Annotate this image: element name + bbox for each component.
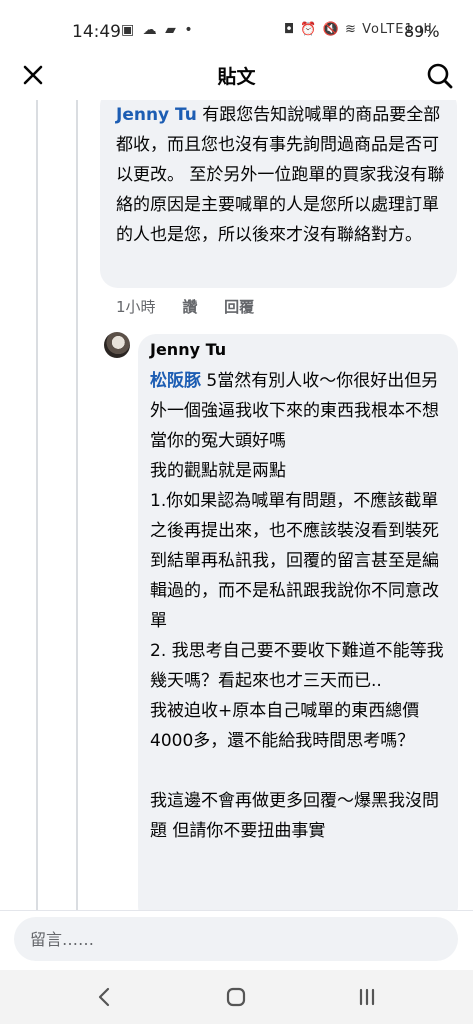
- reply-button[interactable]: 回覆: [224, 298, 254, 316]
- comment-meta: 1小時 讚 回覆: [116, 296, 276, 317]
- battery-level: 89%: [404, 22, 440, 41]
- comment-paragraph: 1.你如果認為喊單有問題，不應該截單之後再提出來，也不應該裝沒看到裝死到結單再私…: [150, 491, 439, 631]
- comment-paragraph: 我這邊不會再做更多回覆～爆黑我沒問題 但請你不要扭曲事實: [150, 791, 439, 841]
- comment-input[interactable]: [14, 917, 458, 961]
- page-title: 貼文: [217, 66, 256, 88]
- mention-link[interactable]: Jenny Tu: [116, 105, 197, 125]
- recent-apps-icon[interactable]: [352, 982, 382, 1012]
- search-button[interactable]: [422, 58, 458, 94]
- search-icon: [427, 63, 453, 89]
- thread-connector-line: [36, 100, 38, 910]
- comment-paragraph: 我的觀點就是兩點: [150, 461, 286, 481]
- system-nav-bar: [0, 970, 473, 1024]
- avatar[interactable]: [104, 332, 130, 358]
- comment-paragraph: 我被迫收+原本自己喊單的東西總價4000多，還不能給我時間思考嗎？: [150, 701, 420, 751]
- comment-author[interactable]: Jenny Tu: [150, 340, 226, 359]
- comment-body: 有跟您告知說喊單的商品要全部都收，而且您也沒有事先詢問過商品是否可以更改。 至於…: [116, 105, 445, 245]
- comment-text: 松阪豚 5當然有別人收～你很好出但另外一個強逼我收下來的東西我根本不想當你的冤大…: [150, 366, 450, 846]
- comment-text: Jenny Tu 有跟您告知說喊單的商品要全部都收，而且您也沒有事先詢問過商品是…: [116, 100, 446, 250]
- mention-link[interactable]: 松阪豚: [150, 371, 201, 391]
- status-time: 14:49: [72, 22, 121, 42]
- notification-icons: ▣ ☁ ▰ •: [121, 22, 195, 38]
- home-icon[interactable]: [221, 982, 251, 1012]
- comment-paragraph: 2. 我思考自己要不要收下難道不能等我幾天嗎？看起來也才三天而已..: [150, 641, 444, 691]
- comment-paragraph: 松阪豚 5當然有別人收～你很好出但另外一個強逼我收下來的東西我根本不想當你的冤大…: [150, 366, 450, 456]
- comment-composer: [0, 910, 473, 971]
- back-icon[interactable]: [90, 982, 120, 1012]
- app-header: 貼文: [0, 50, 473, 100]
- thread-connector-line: [76, 100, 78, 910]
- like-button[interactable]: 讚: [182, 298, 197, 316]
- comment-time: 1小時: [116, 298, 156, 316]
- comment-thread: Jenny Tu 有跟您告知說喊單的商品要全部都收，而且您也沒有事先詢問過商品是…: [0, 100, 473, 910]
